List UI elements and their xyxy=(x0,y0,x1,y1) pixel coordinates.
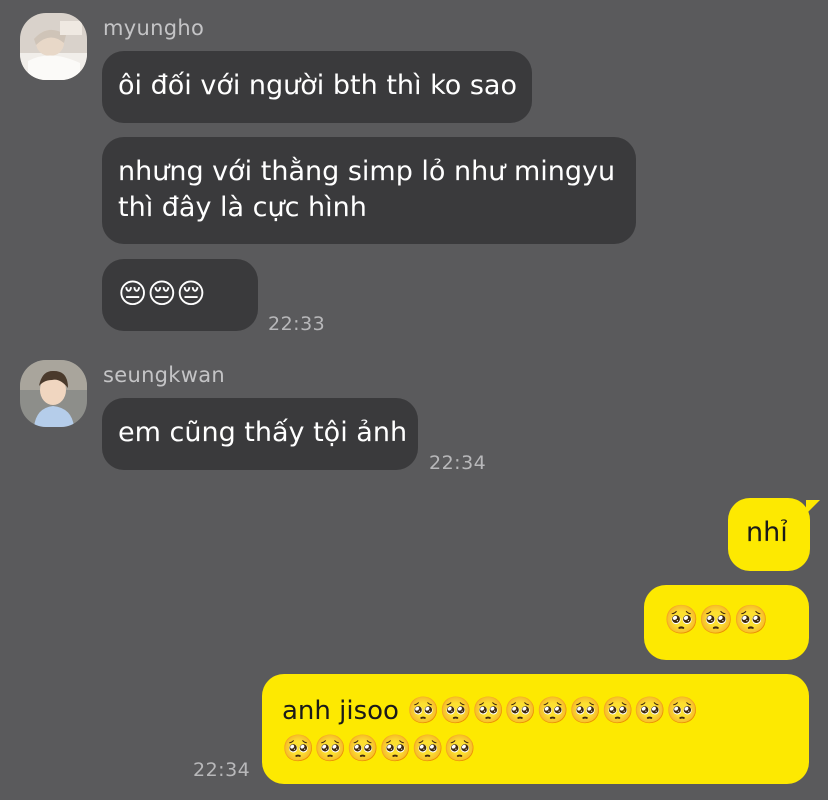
message-bubble[interactable]: 😔😔😔 xyxy=(102,259,258,331)
avatar-myungho[interactable] xyxy=(20,13,87,80)
sender-name: myungho xyxy=(103,16,205,40)
message-bubble-outgoing[interactable]: anh jisoo 🥺🥺🥺🥺🥺🥺🥺🥺🥺 🥺🥺🥺🥺🥺🥺 xyxy=(262,674,809,784)
timestamp: 22:33 xyxy=(268,313,326,335)
avatar-seungkwan[interactable] xyxy=(20,360,87,427)
timestamp: 22:34 xyxy=(193,759,251,781)
message-text: em cũng thấy tội ảnh xyxy=(118,417,408,448)
sender-name: seungkwan xyxy=(103,363,226,387)
message-bubble-outgoing[interactable]: nhỉ xyxy=(728,498,810,571)
chat-screen: { "messages": { "group1": { "sender": "m… xyxy=(0,0,828,800)
profile-photo-icon xyxy=(20,360,87,427)
bubble-tail xyxy=(806,500,820,514)
message-text: ôi đối với người bth thì ko sao xyxy=(118,70,518,101)
timestamp: 22:34 xyxy=(429,452,487,474)
emoji-message: 😔😔😔 xyxy=(118,277,206,310)
message-text-line: anh jisoo 🥺🥺🥺🥺🥺🥺🥺🥺🥺 xyxy=(282,696,699,726)
message-bubble-outgoing[interactable]: 🥺🥺🥺 xyxy=(644,585,809,660)
emoji-message: 🥺🥺🥺 xyxy=(664,603,769,636)
message-text-line: 🥺🥺🥺🥺🥺🥺 xyxy=(282,734,477,764)
message-text-line: nhưng với thằng simp lỏ như mingyu xyxy=(118,156,616,187)
message-bubble[interactable]: nhưng với thằng simp lỏ như mingyu thì đ… xyxy=(102,137,636,244)
message-text: nhỉ xyxy=(746,517,788,548)
message-bubble[interactable]: ôi đối với người bth thì ko sao xyxy=(102,51,532,123)
message-bubble[interactable]: em cũng thấy tội ảnh xyxy=(102,398,418,470)
profile-photo-icon xyxy=(20,13,87,80)
message-text-line: thì đây là cực hình xyxy=(118,192,367,223)
